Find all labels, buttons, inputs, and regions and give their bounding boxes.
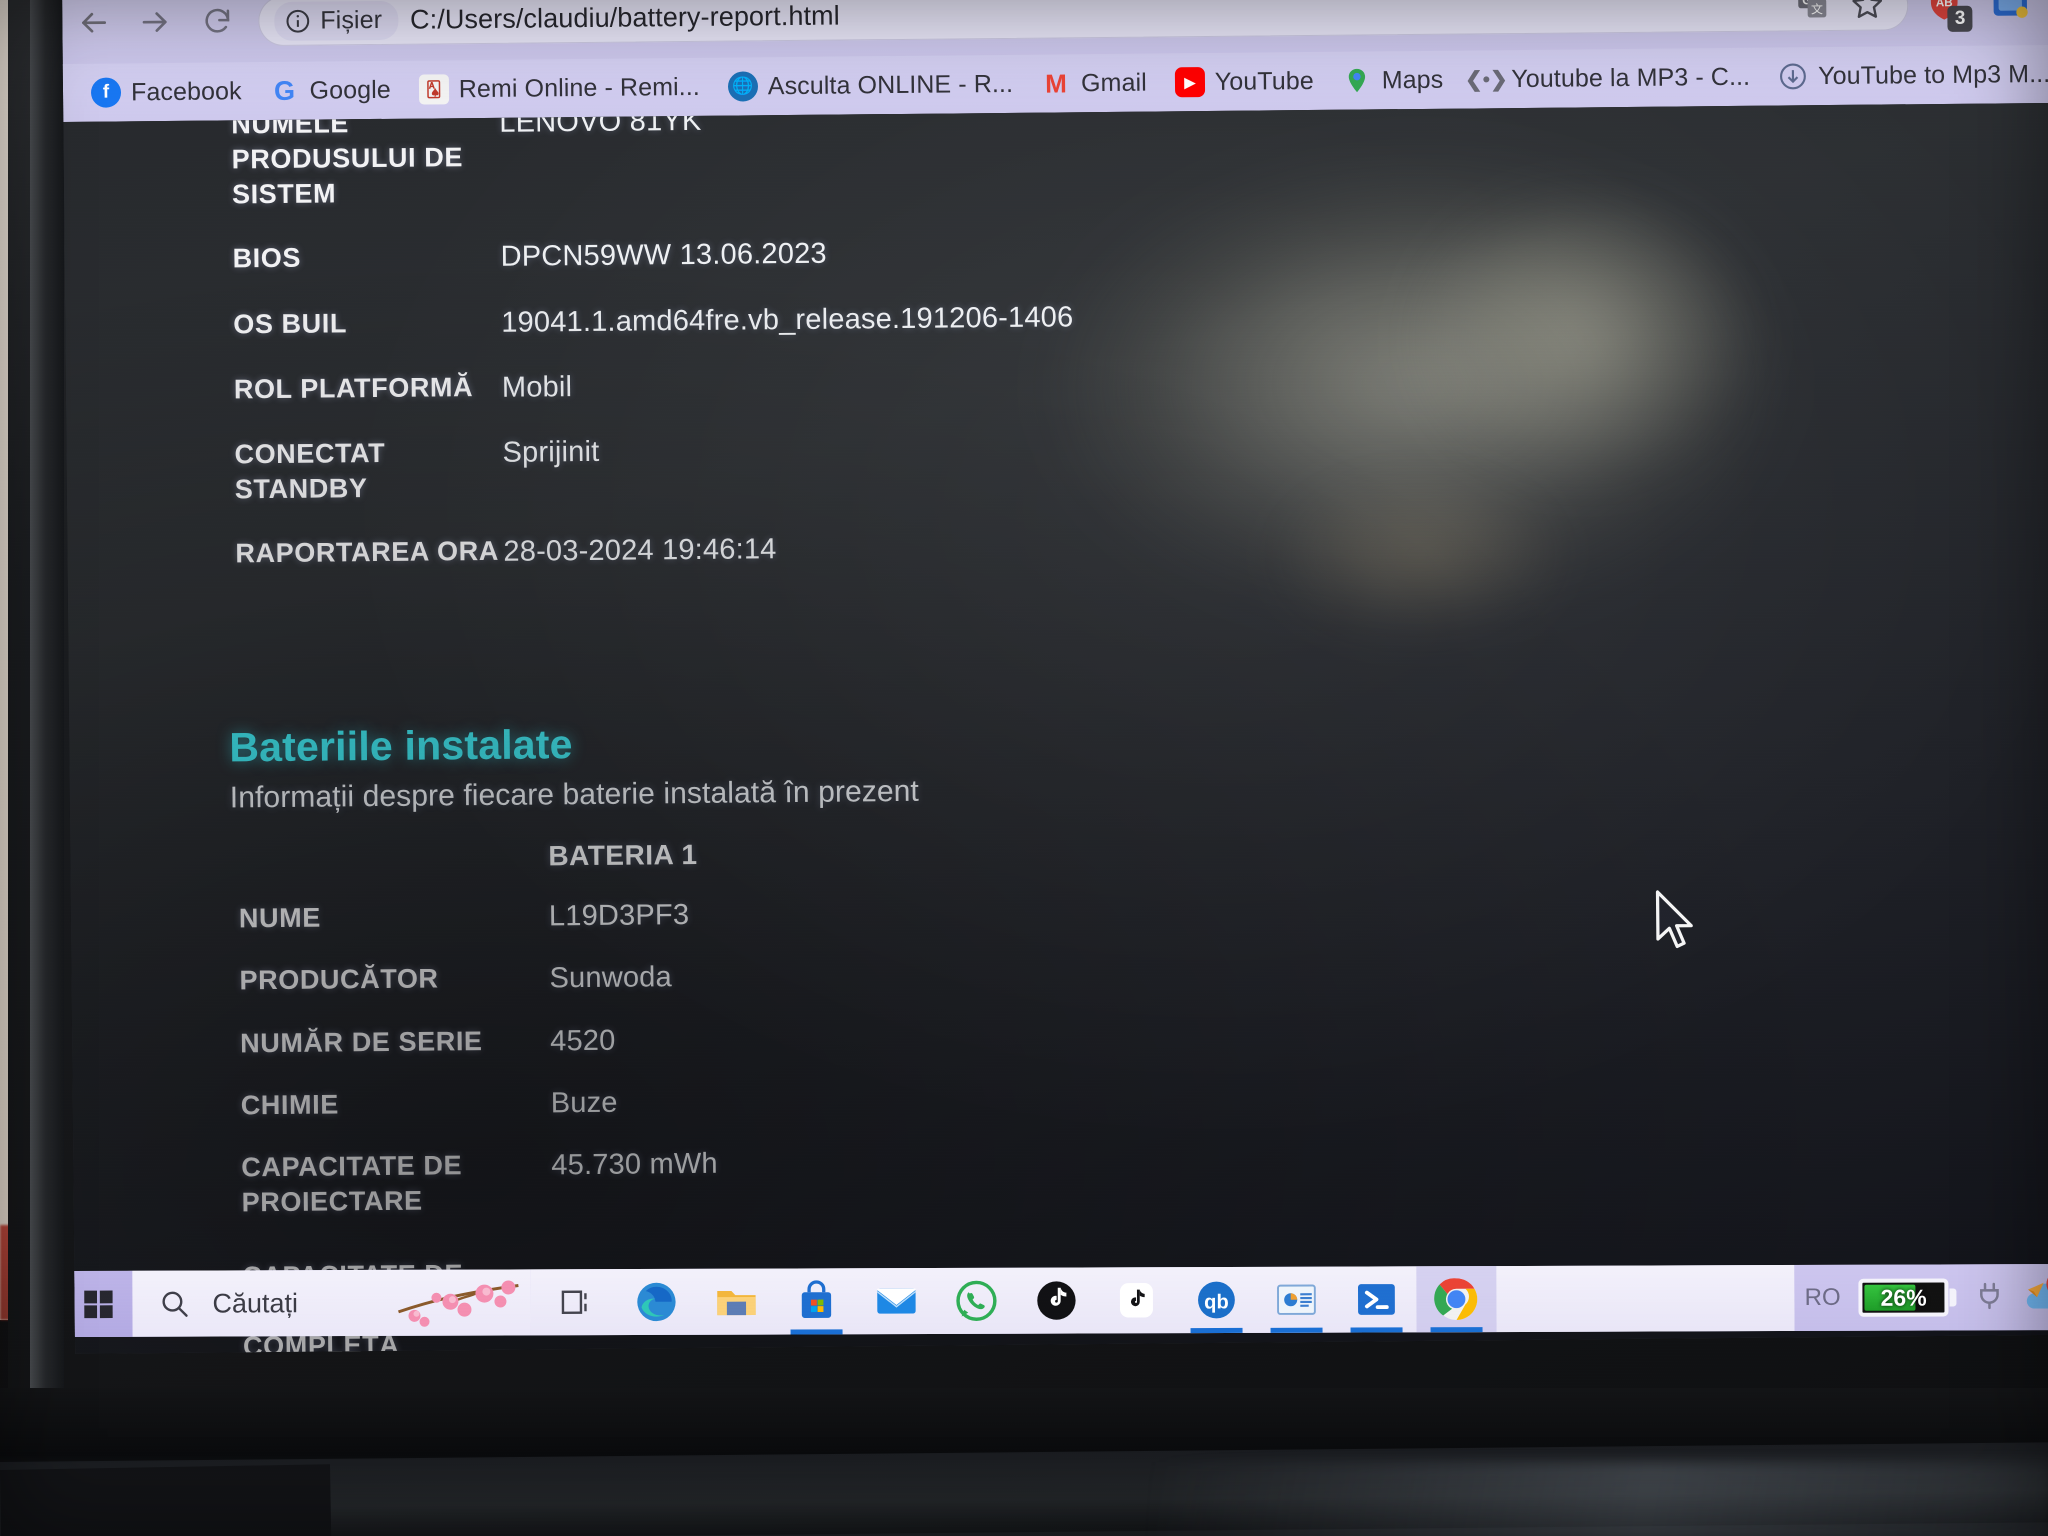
- task-view-icon[interactable]: [536, 1269, 616, 1335]
- battery-report-page: NUMELE PRODUSULUI DE SISTEM LENOVO 81YK …: [63, 102, 2048, 1354]
- language-indicator[interactable]: RO: [1805, 1284, 1841, 1312]
- windows-taskbar[interactable]: Căutați qb RO 26%: [64, 1263, 2048, 1338]
- bookmark-google[interactable]: G Google: [255, 69, 405, 112]
- browser-toolbar: Fișier C:/Users/claudiu/battery-report.h…: [62, 0, 2048, 122]
- file-scheme-label: Fișier: [320, 5, 383, 35]
- translate-icon[interactable]: G文: [1796, 0, 1828, 25]
- laptop-screen: Fișier C:/Users/claudiu/battery-report.h…: [62, 0, 2048, 1354]
- laptop-deck-notch: [0, 1464, 332, 1536]
- bookmark-asculta-online[interactable]: 🌐 Asculta ONLINE - R...: [714, 63, 1028, 108]
- system-tray[interactable]: RO 26% 1 12: [1794, 1263, 2048, 1331]
- bookmark-youtube-la-mp3[interactable]: ❮•❯ Youtube la MP3 - C...: [1457, 56, 1764, 101]
- bookmark-label: YouTube to Mp3 M...: [1817, 59, 2048, 90]
- bookmark-label: Gmail: [1080, 68, 1147, 97]
- power-plug-icon[interactable]: [1975, 1278, 2005, 1317]
- file-scheme-badge[interactable]: Fișier: [274, 0, 399, 41]
- globe-icon: 🌐: [727, 71, 758, 102]
- laptop-deck-highlight: [1150, 1462, 2048, 1536]
- battery-percent-label: 26%: [1880, 1284, 1927, 1311]
- download-circle-icon: [1778, 61, 1808, 91]
- edge-icon[interactable]: [616, 1269, 696, 1335]
- cards-icon: 🂡: [418, 74, 449, 105]
- svg-text:qb: qb: [1204, 1291, 1229, 1313]
- tiktok-icon[interactable]: [1016, 1267, 1096, 1333]
- adblock-extension-icon[interactable]: AB 3: [1924, 0, 1973, 32]
- bookmark-youtube[interactable]: ▶ YouTube: [1161, 60, 1328, 104]
- battery-icon: 26%: [1858, 1278, 1949, 1317]
- qbittorrent-icon[interactable]: qb: [1176, 1267, 1256, 1333]
- reload-button[interactable]: [186, 0, 249, 49]
- forward-button[interactable]: [124, 0, 187, 49]
- bookmark-star-icon[interactable]: [1850, 0, 1884, 25]
- battery-status-indicator[interactable]: 26%: [1858, 1278, 1957, 1317]
- powerpoint-icon[interactable]: [1256, 1267, 1336, 1333]
- bookmark-label: YouTube: [1214, 66, 1314, 96]
- search-placeholder: Căutați: [212, 1287, 299, 1319]
- tiktok-app-icon[interactable]: [1096, 1267, 1176, 1333]
- address-bar[interactable]: Fișier C:/Users/claudiu/battery-report.h…: [258, 0, 1909, 47]
- microsoft-store-icon[interactable]: [776, 1268, 856, 1334]
- bookmark-label: Maps: [1381, 65, 1444, 94]
- search-input[interactable]: Căutați: [132, 1269, 531, 1337]
- extension-icon[interactable]: [1990, 0, 2030, 27]
- bookmark-youtube-to-mp3[interactable]: YouTube to Mp3 M...: [1764, 53, 2048, 98]
- bookmark-facebook[interactable]: f Facebook: [77, 70, 256, 114]
- battery-tip: [1949, 1288, 1957, 1307]
- taskbar-app-buttons[interactable]: qb: [530, 1264, 1795, 1336]
- whatsapp-icon[interactable]: [936, 1268, 1016, 1334]
- mail-icon[interactable]: [856, 1268, 936, 1334]
- chrome-icon[interactable]: [1416, 1266, 1497, 1333]
- file-explorer-icon[interactable]: [696, 1269, 776, 1335]
- bookmark-label: Remi Online - Remi...: [458, 72, 700, 103]
- laptop-photo-scene: Fișier C:/Users/claudiu/battery-report.h…: [0, 0, 2048, 1536]
- bookmark-label: Youtube la MP3 - C...: [1511, 62, 1751, 93]
- audio-icon: ❮•❯: [1464, 67, 1508, 92]
- url-text: C:/Users/claudiu/battery-report.html: [409, 0, 840, 35]
- bookmark-remi-online[interactable]: 🂡 Remi Online - Remi...: [405, 66, 714, 111]
- gmail-icon: M: [1045, 67, 1068, 99]
- start-button[interactable]: [64, 1270, 133, 1338]
- search-icon: [162, 1291, 188, 1317]
- laptop-bezel-left-edge: [30, 0, 64, 1536]
- bookmark-maps[interactable]: Maps: [1328, 59, 1458, 102]
- youtube-icon: ▶: [1174, 67, 1205, 98]
- maps-pin-icon: [1342, 65, 1372, 95]
- info-icon: [286, 9, 310, 33]
- bookmark-label: Facebook: [130, 76, 242, 106]
- google-icon: G: [273, 75, 296, 106]
- bookmark-label: Google: [309, 75, 391, 105]
- facebook-icon: f: [90, 77, 122, 108]
- svg-text:文: 文: [1811, 1, 1823, 16]
- sakura-decoration-icon: [388, 1271, 528, 1333]
- bookmark-label: Asculta ONLINE - R...: [767, 69, 1014, 100]
- back-button[interactable]: [62, 0, 125, 50]
- bookmark-gmail[interactable]: M Gmail: [1027, 61, 1161, 104]
- powershell-icon[interactable]: [1336, 1266, 1416, 1332]
- adblock-badge: 3: [1947, 5, 1973, 32]
- screen-vignette: [63, 102, 2048, 1354]
- weather-notification-icon[interactable]: 1: [2023, 1270, 2048, 1320]
